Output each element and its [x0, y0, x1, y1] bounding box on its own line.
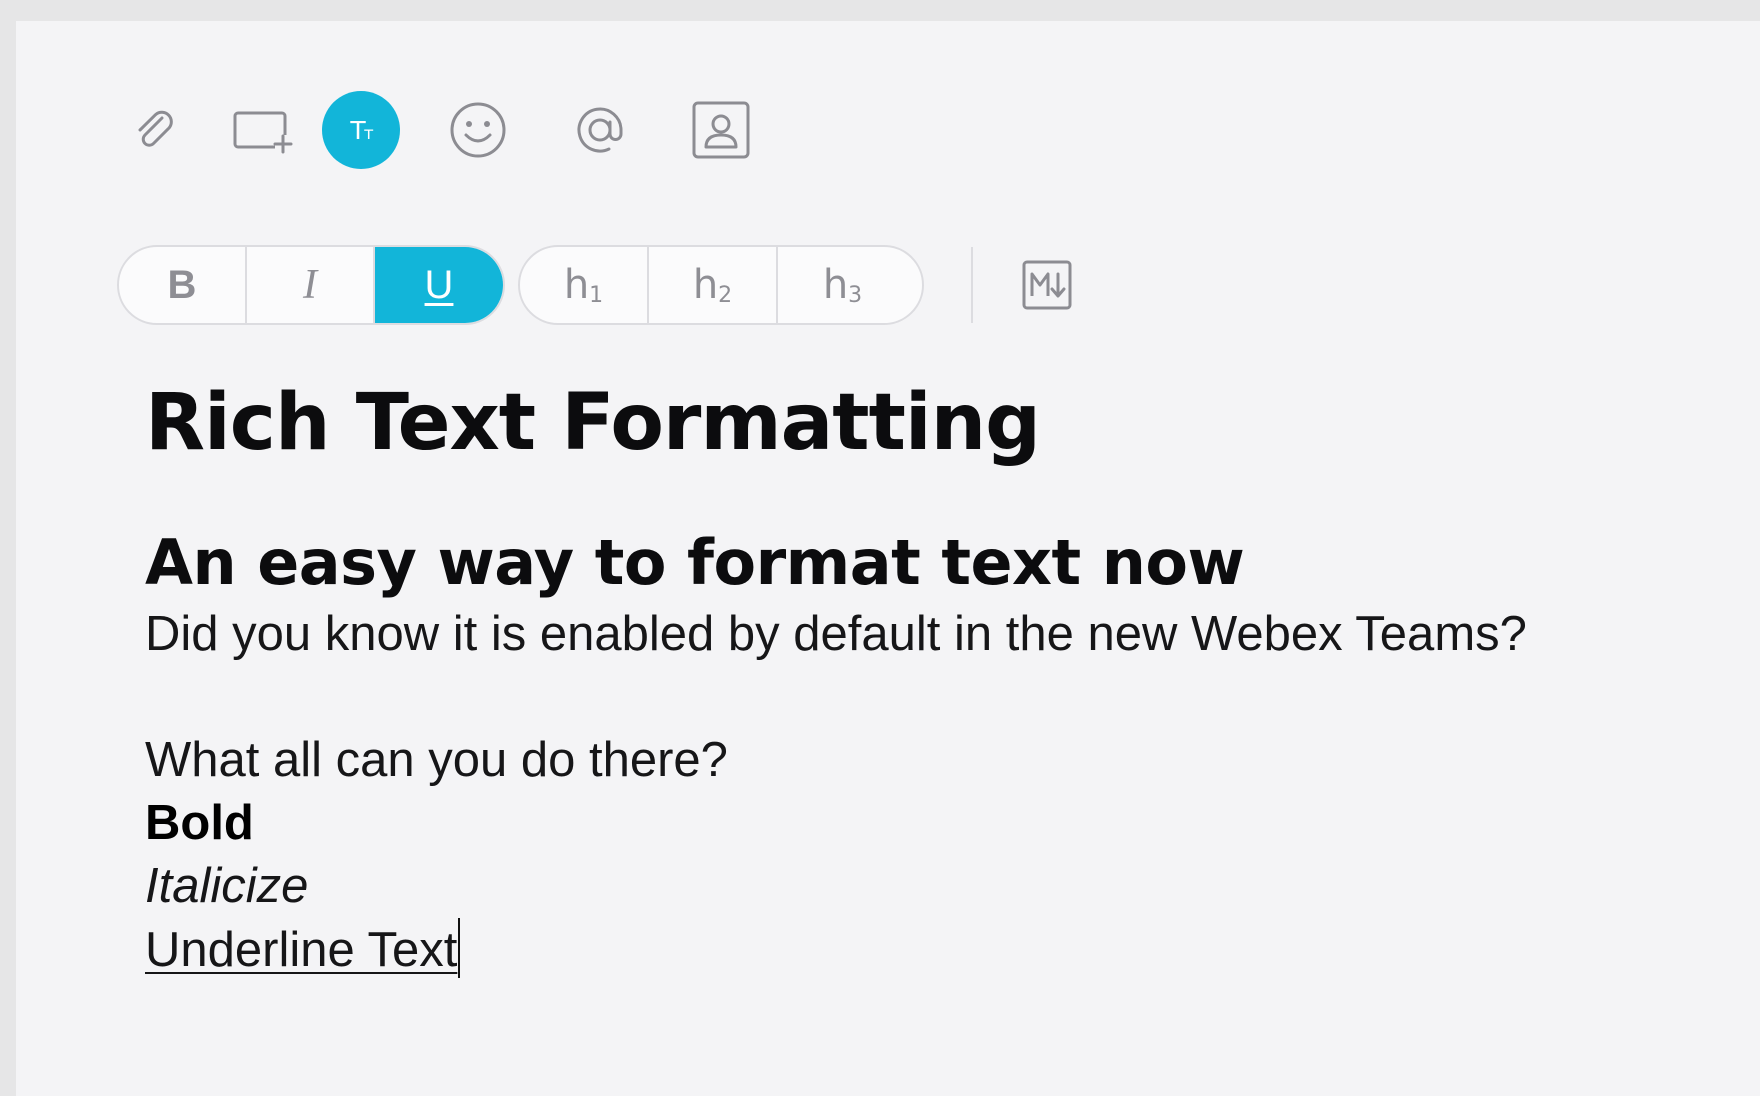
- underline-text-line: Underline Text: [145, 918, 1725, 982]
- heading-1-text: Rich Text Formatting: [145, 378, 1041, 468]
- heading-2-text: An easy way to format text now: [145, 526, 1245, 599]
- contact-button[interactable]: [682, 91, 760, 169]
- screen-share-icon: [233, 111, 293, 154]
- markdown-icon: [1022, 260, 1072, 310]
- text-format-icon: Tт: [350, 115, 373, 145]
- markdown-button[interactable]: [1018, 257, 1076, 313]
- bold-text-line: Bold: [145, 796, 254, 850]
- heading-3-letter: h: [822, 262, 849, 308]
- message-composer-panel: Tт B I U h1 h2 h3 Rich Text Formatting A…: [16, 21, 1760, 1096]
- at-sign-icon: [577, 107, 623, 153]
- italic-button[interactable]: I: [247, 247, 375, 323]
- heading-2-label: h2: [693, 262, 732, 308]
- underline-button-label: U: [424, 263, 454, 307]
- share-screen-button[interactable]: [224, 91, 302, 169]
- heading-3-label: h3: [823, 262, 862, 308]
- attach-button[interactable]: [116, 91, 194, 169]
- heading-1-letter: h: [563, 262, 590, 308]
- paperclip-icon: [138, 110, 173, 147]
- body-line-2: What all can you do there?: [145, 733, 728, 787]
- underline-button[interactable]: U: [375, 247, 503, 323]
- body-line-1: Did you know it is enabled by default in…: [145, 607, 1527, 661]
- bold-button[interactable]: B: [119, 247, 247, 323]
- heading-2-button[interactable]: h2: [649, 247, 778, 323]
- smiley-icon: [450, 102, 506, 158]
- heading-2-letter: h: [692, 262, 719, 308]
- mention-button[interactable]: [561, 91, 639, 169]
- heading-1-button[interactable]: h1: [520, 247, 649, 323]
- underline-text: Underline Text: [145, 923, 458, 977]
- emoji-button[interactable]: [439, 91, 517, 169]
- text-format-button[interactable]: Tт: [322, 91, 400, 169]
- heading-3-button[interactable]: h3: [778, 247, 907, 323]
- text-caret: [458, 918, 461, 978]
- italic-text-line: Italicize: [145, 859, 309, 913]
- contact-card-icon: [692, 101, 750, 159]
- heading-1-level: 1: [589, 283, 604, 308]
- heading-3-level: 3: [848, 283, 863, 308]
- message-input-area[interactable]: Rich Text Formatting An easy way to form…: [145, 373, 1725, 982]
- heading-2-level: 2: [718, 283, 733, 308]
- italic-button-label: I: [303, 262, 317, 308]
- heading-group: h1 h2 h3: [518, 245, 924, 325]
- toolbar-divider: [971, 247, 973, 323]
- heading-1-label: h1: [564, 262, 603, 308]
- bold-button-label: B: [167, 263, 197, 307]
- text-style-group: B I U: [117, 245, 505, 325]
